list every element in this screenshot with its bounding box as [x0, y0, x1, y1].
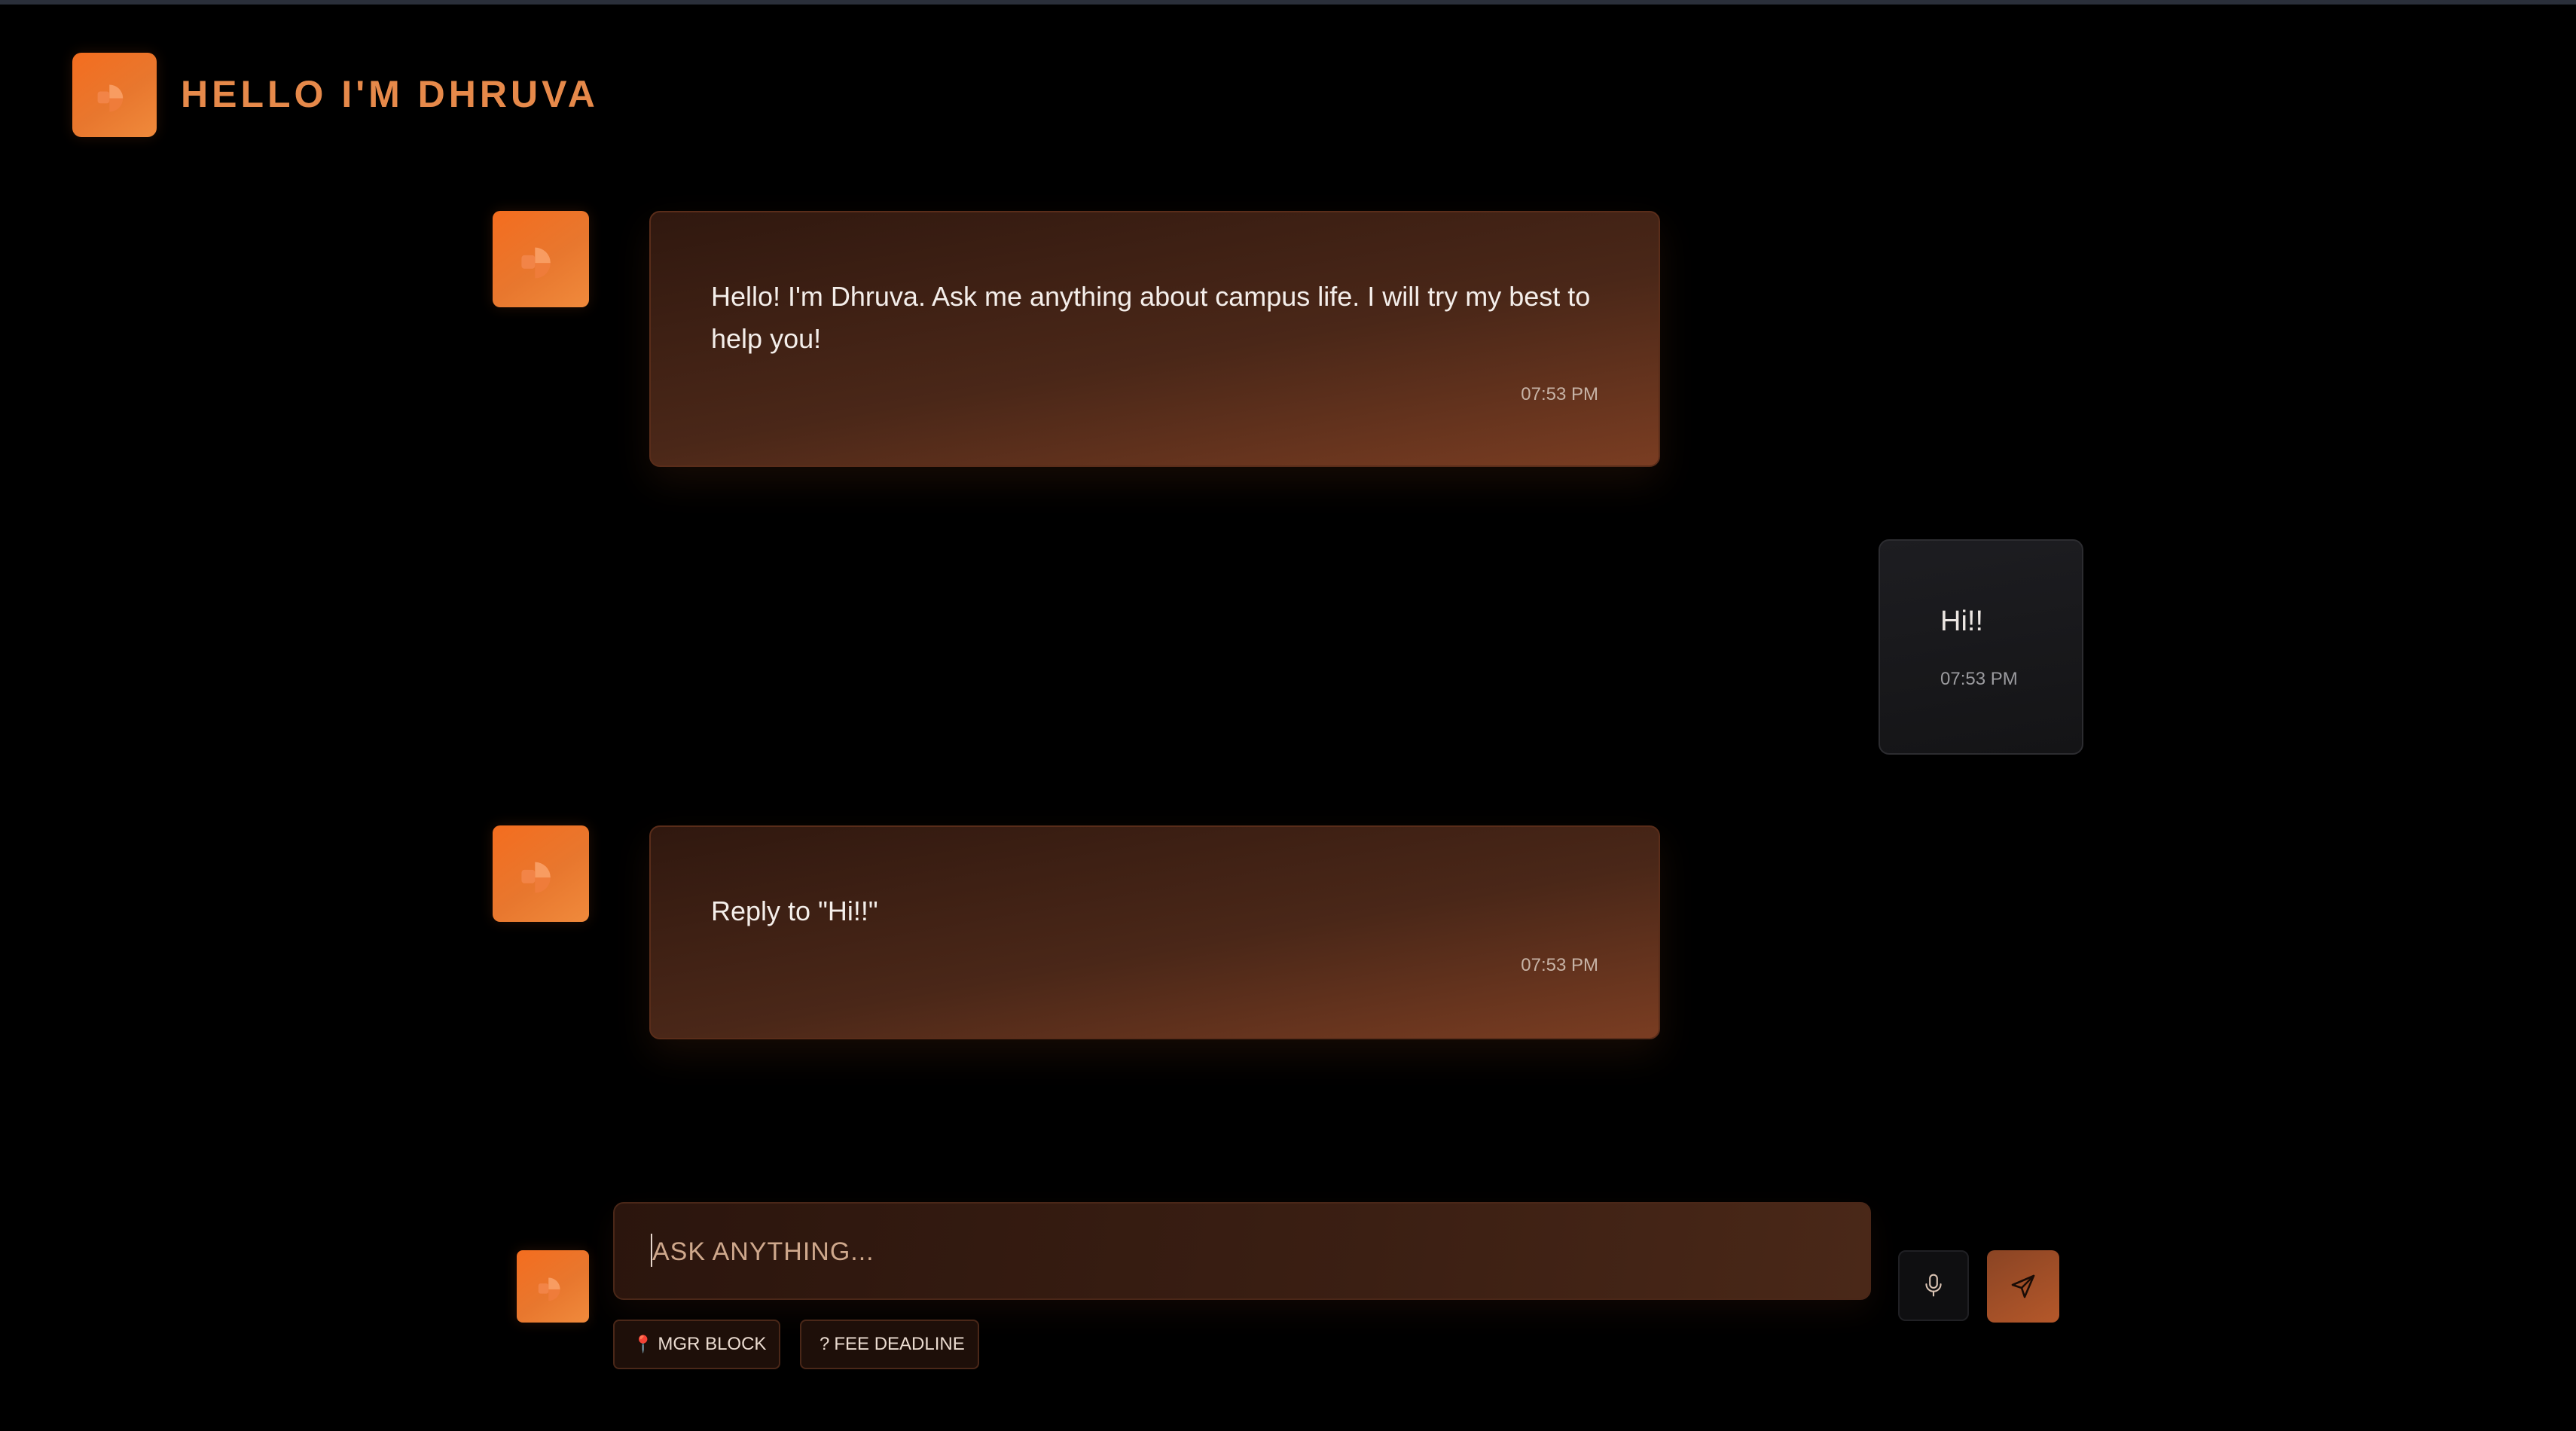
- send-icon: [2011, 1274, 2035, 1298]
- message-input-container[interactable]: [613, 1202, 1871, 1300]
- send-button[interactable]: [1987, 1250, 2059, 1323]
- chip-label: MGR BLOCK: [658, 1334, 767, 1354]
- bot-avatar: [517, 1250, 589, 1323]
- quick-reply-chip[interactable]: 📍 MGR BLOCK: [613, 1320, 780, 1369]
- user-message-bubble: Hi!! 07:53 PM: [1879, 539, 2083, 755]
- bot-message-bubble: Hello! I'm Dhruva. Ask me anything about…: [649, 211, 1660, 467]
- message-input[interactable]: [651, 1204, 1829, 1300]
- window-top-border: [0, 0, 2576, 5]
- question-icon: ?: [819, 1334, 830, 1354]
- bot-message-bubble: Reply to "Hi!!" 07:53 PM: [649, 825, 1660, 1039]
- message-text: Hello! I'm Dhruva. Ask me anything about…: [711, 281, 1591, 354]
- page-title: HELLO I'M DHRUVA: [181, 73, 599, 115]
- message-timestamp: 07:53 PM: [1521, 384, 1598, 404]
- message-timestamp: 07:53 PM: [1940, 669, 2018, 689]
- bot-avatar: [493, 211, 589, 307]
- message-text: Reply to "Hi!!": [711, 896, 878, 926]
- text-caret: [651, 1234, 652, 1267]
- message-timestamp: 07:53 PM: [1521, 955, 1598, 975]
- chip-label: FEE DEADLINE: [834, 1334, 965, 1354]
- dhruva-logo-icon: [72, 53, 157, 137]
- microphone-icon: [1925, 1274, 1942, 1297]
- message-text: Hi!!: [1940, 606, 1983, 637]
- microphone-button[interactable]: [1898, 1250, 1969, 1321]
- pin-icon: 📍: [633, 1335, 654, 1353]
- quick-reply-chip[interactable]: ? FEE DEADLINE: [800, 1320, 979, 1369]
- bot-avatar: [493, 825, 589, 922]
